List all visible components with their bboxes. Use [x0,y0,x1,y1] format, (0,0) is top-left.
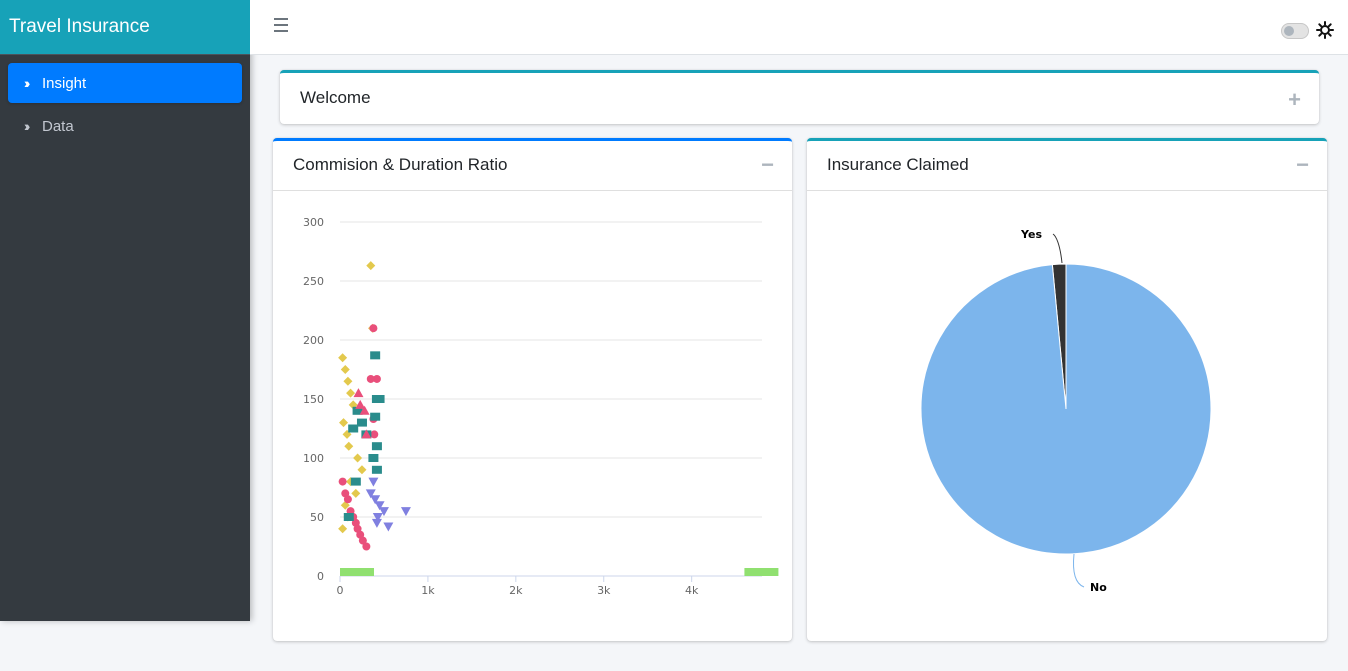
data-point [368,454,379,462]
data-point [346,388,356,398]
brand-title[interactable]: Travel Insurance [0,0,250,55]
collapse-button[interactable]: − [1296,154,1309,176]
sun-icon[interactable] [1316,21,1334,39]
pie-label: No [1090,581,1107,594]
x-tick-label: 0 [337,584,344,597]
card-header: Insurance Claimed − [807,141,1327,191]
data-point [371,518,382,528]
data-point [338,524,348,534]
insurance-claimed-card: Insurance Claimed − Yes No [807,138,1327,641]
data-point [340,568,374,576]
data-point [366,261,376,271]
pie-label: Yes [1020,228,1042,241]
sidebar: Travel Insurance ›› Insight ›› Data [0,0,250,621]
data-point [348,424,359,433]
data-point [338,477,347,486]
data-point [350,477,361,486]
data-point [371,442,382,451]
double-chevron-right-icon: ›› [24,118,30,134]
sidebar-item-label: Insight [42,74,87,92]
x-tick-label: 2k [509,584,523,597]
pie-chart: Yes No [920,228,1212,594]
sidebar-item-data[interactable]: ›› Data [8,106,242,146]
data-point [343,513,354,521]
y-tick-label: 50 [310,511,324,524]
data-point [343,376,353,386]
data-point [370,430,379,439]
commission-duration-card: Commision & Duration Ratio − 0 50 100 150 20… [273,138,792,641]
pie-connector [1073,553,1085,588]
sidebar-item-insight[interactable]: ›› Insight [8,63,242,103]
data-point [362,542,371,551]
data-point [370,412,381,421]
sidebar-nav: ›› Insight ›› Data [0,55,250,157]
welcome-card: Welcome + [280,70,1319,124]
hamburger-icon[interactable] [274,18,288,36]
y-tick-label: 250 [303,275,324,288]
data-point [374,395,385,403]
data-point [370,351,381,360]
x-tick-label: 3k [597,584,611,597]
collapse-button[interactable]: − [761,154,774,176]
y-tick-label: 200 [303,334,324,347]
y-tick-label: 100 [303,452,324,465]
data-point [353,388,364,398]
data-point [340,365,350,374]
data-point [357,465,367,475]
data-point [369,324,378,333]
x-tick-label: 1k [421,584,435,597]
card-title: Insurance Claimed [827,155,969,174]
y-tick-label: 300 [303,216,324,229]
card-title: Welcome [300,88,371,107]
card-title: Commision & Duration Ratio [293,155,508,174]
data-point [353,453,363,463]
data-point [339,418,349,428]
pie-connector [1052,233,1063,264]
expand-button[interactable]: + [1288,89,1301,111]
dark-mode-toggle[interactable] [1281,23,1309,39]
y-tick-label: 0 [317,570,324,583]
data-point [366,374,375,383]
data-point [356,418,367,427]
pie-slice-no [920,263,1212,555]
card-header: Commision & Duration Ratio − [273,141,792,191]
data-point [344,441,354,451]
data-point [338,353,348,363]
sidebar-item-label: Data [42,117,74,135]
data-point [744,568,779,576]
data-point [400,507,411,517]
data-point [343,495,352,504]
x-tick-label: 4k [685,584,699,597]
data-point [383,522,394,532]
data-point [371,465,382,474]
scatter-chart: 0 50 100 150 200 250 300 0 1k 2k 3k 4k [303,216,779,597]
data-point [351,488,361,498]
y-tick-label: 150 [303,393,324,406]
double-chevron-right-icon: ›› [24,75,30,91]
top-navbar [250,0,1348,55]
data-point [368,477,379,487]
